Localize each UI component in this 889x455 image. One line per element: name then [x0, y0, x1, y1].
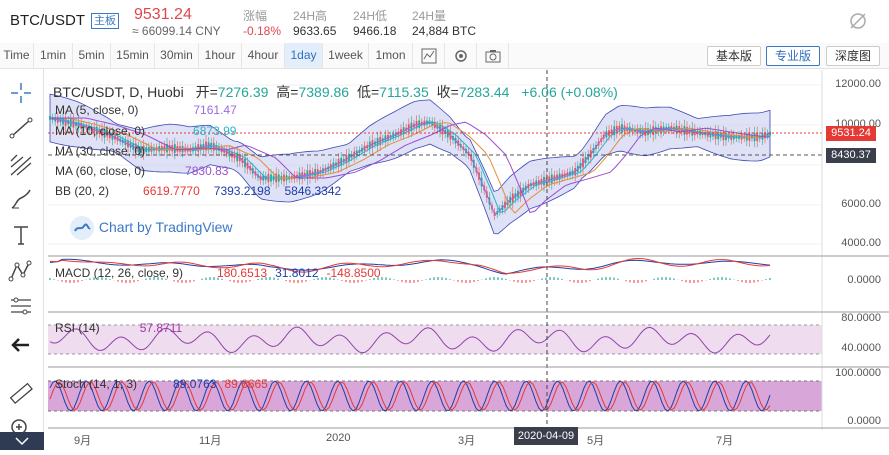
legend-ma10[interactable]: MA (10, close, 0) 6873.99 [55, 124, 236, 138]
legend-ma60[interactable]: MA (60, close, 0) 7830.83 [55, 164, 228, 178]
close-value: 7283.44 [458, 84, 510, 100]
high-value: 7389.86 [298, 84, 350, 100]
open-label: 开= [195, 84, 218, 100]
legend-macd-label: MACD (12, 26, close, 9) [55, 266, 184, 280]
legend-ma5-label: MA (5, close, 0) [55, 103, 139, 117]
high-label: 高= [276, 84, 299, 100]
legend-macd-hist: 180.6513 [217, 266, 268, 280]
rsi-axis-label-high: 80.0000 [841, 312, 881, 324]
stoch-axis-label-high: 100.0000 [835, 367, 881, 379]
last-price-tag: 9531.24 [826, 126, 876, 141]
legend-bb-lower: 5846.3342 [284, 184, 342, 198]
change-value: +6.06 (+0.08%) [521, 84, 618, 100]
macd-axis-label: 0.0000 [847, 274, 881, 286]
tradingview-logo-icon [70, 216, 94, 241]
legend-ma10-value: 6873.99 [193, 124, 237, 138]
open-value: 7276.39 [217, 84, 269, 100]
rsi-axis-label-low: 40.0000 [841, 342, 881, 354]
chart-title: BTC/USDT, D, Huobi [53, 84, 184, 100]
legend-stoch-k: 89.0763 [173, 377, 217, 391]
tradingview-watermark[interactable]: Chart by TradingView [63, 212, 239, 242]
legend-rsi-value: 57.8711 [139, 321, 183, 335]
time-axis-label: 7月 [716, 435, 734, 447]
time-axis-label: 5月 [587, 435, 605, 447]
time-axis-label: 11月 [199, 435, 222, 447]
legend-bb-upper: 7393.2198 [213, 184, 271, 198]
legend-stoch[interactable]: Stoch (14, 1, 3) 89.0763 89.6665 [55, 377, 268, 391]
legend-bb-basis: 6619.7770 [143, 184, 200, 198]
legend-macd-macd: 31.8012 [275, 266, 319, 280]
legend-ma30-label: MA (30, close, 0) [55, 144, 146, 158]
legend-macd[interactable]: MACD (12, 26, close, 9) 180.6513 31.8012 -1… [55, 266, 381, 280]
price-axis-label: 4000.00 [841, 237, 881, 249]
legend-ma30[interactable]: MA (30, close, 0) [55, 144, 145, 158]
price-axis-label: 6000.00 [841, 198, 881, 210]
legend-macd-signal: -148.8500 [326, 266, 381, 280]
price-axis-label: 12000.00 [835, 78, 881, 90]
low-value: 7115.35 [379, 84, 429, 100]
legend-ma60-label: MA (60, close, 0) [55, 164, 146, 178]
legend-ma60-value: 7830.83 [185, 164, 229, 178]
legend-rsi[interactable]: RSI (14) 57.8711 [55, 321, 182, 335]
stoch-axis-label-low: 0.0000 [847, 415, 881, 427]
time-axis-label: 3月 [458, 435, 476, 447]
legend-bb[interactable]: BB (20, 2) 6619.7770 7393.2198 5846.3342 [55, 184, 341, 198]
low-label: 低= [356, 84, 380, 100]
legend-ma5-value: 7161.47 [193, 103, 237, 117]
time-axis-label: 2020 [326, 432, 351, 444]
legend-rsi-label: RSI (14) [55, 321, 100, 335]
legend-ma10-label: MA (10, close, 0) [55, 124, 146, 138]
legend-stoch-label: Stoch (14, 1, 3) [55, 377, 138, 391]
legend-stoch-d: 89.6665 [224, 377, 268, 391]
watermark-text: Chart by TradingView [98, 219, 233, 235]
time-axis-label: 9月 [74, 435, 92, 447]
level-price-tag: 8430.37 [826, 148, 876, 163]
chart-title-row: BTC/USDT, D, Huobi 开=7276.39 高=7389.86 低… [53, 82, 618, 102]
legend-ma5[interactable]: MA (5, close, 0) 7161.47 [55, 103, 237, 117]
crosshair-date-tag: 2020-04-09 [514, 427, 578, 445]
legend-bb-label: BB (20, 2) [55, 184, 110, 198]
close-label: 收= [436, 84, 459, 100]
